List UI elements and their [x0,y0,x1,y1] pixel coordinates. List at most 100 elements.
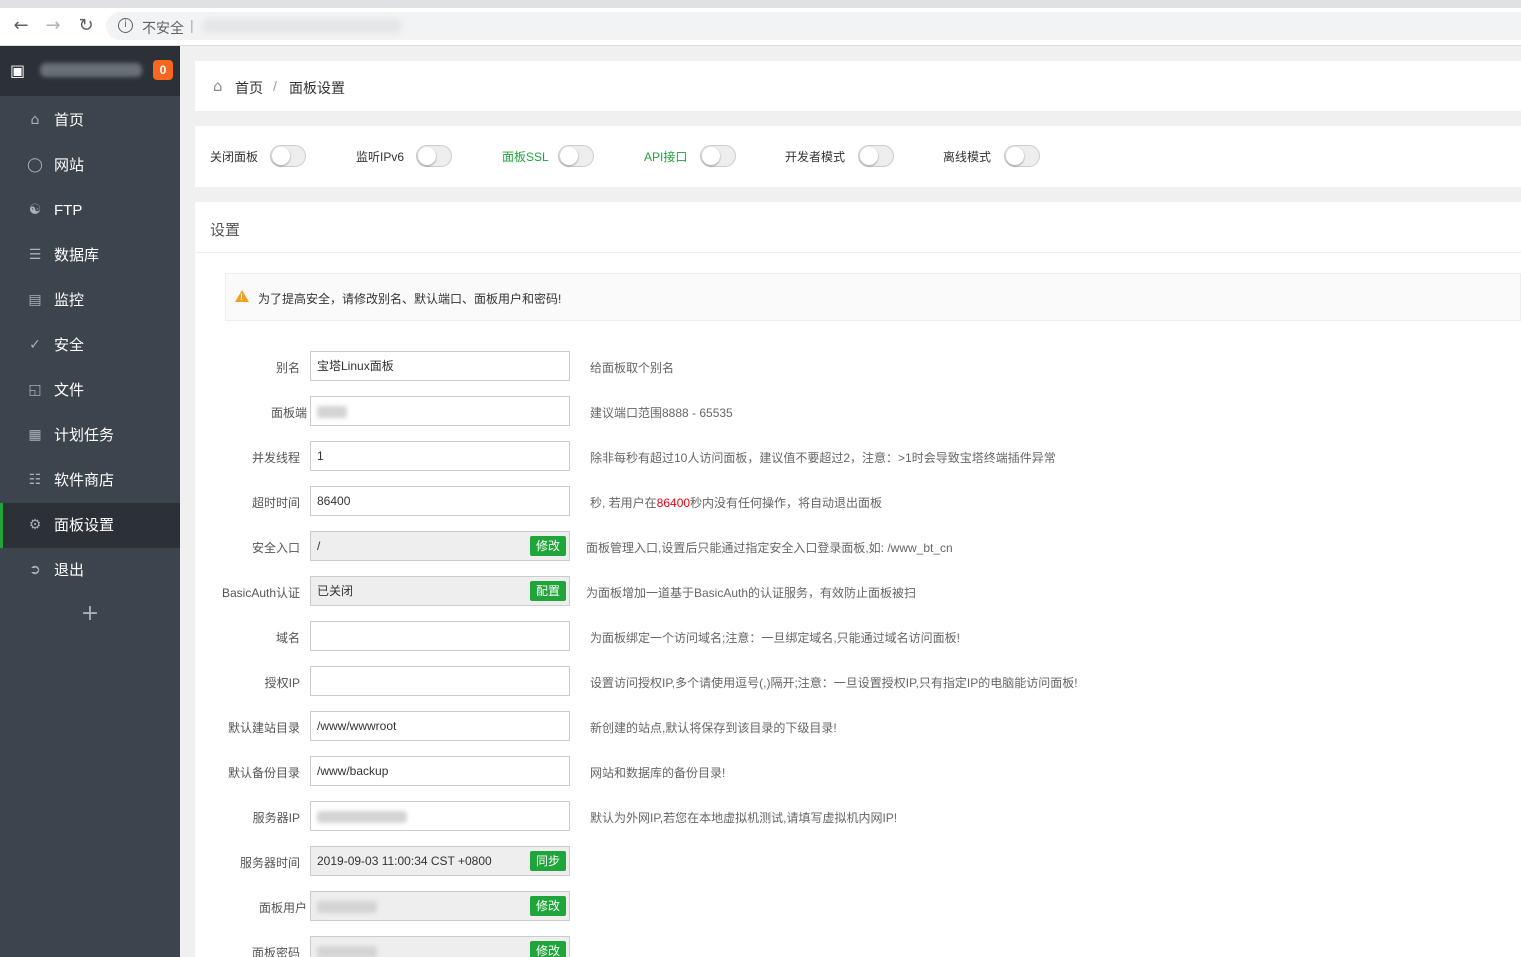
domain-input[interactable] [310,621,570,651]
sidebar-item-label: 网站 [54,157,85,174]
field-hint: 面板管理入口,设置后只能通过指定安全入口登录面板,如: /www_bt_cn [586,541,953,555]
sidebar-menu: ⌂ 首页 ◯ 网站 ☯ FTP ☰ 数据库 ▤ 监控 ✓ 安全 ◱ 文件 ▦ 计划任务 ☷ 软件商… [0,98,180,593]
site-dir-input[interactable]: /www/wwwroot [310,711,570,741]
sidebar-item-security[interactable]: ✓ 安全 [0,323,180,368]
warning-icon: ! [235,290,249,302]
sync-time-button[interactable]: 同步 [530,851,566,871]
setting-row-server-ip: 服务器IP 默认为外网IP,若您在本地虚拟机测试,请填写虚拟机内网IP! [195,801,1521,831]
sidebar-item-database[interactable]: ☰ 数据库 [0,233,180,278]
toggle-label[interactable]: 面板SSL [502,149,549,165]
field-label: 面板密码 [251,946,300,957]
toggle-bar: 关闭面板 监听IPv6 面板SSL API接口 开发者模式 离线模式 [195,126,1521,187]
field-label: 服务器时间 [239,856,300,870]
sidebar-item-label: 退出 [54,562,85,579]
calendar-icon: ▦ [28,427,42,443]
sidebar-item-logout[interactable]: ➲ 退出 [0,548,180,593]
sidebar-item-label: 安全 [54,337,85,354]
address-separator: | [190,17,194,33]
server-ip-input[interactable] [310,801,570,831]
field-hint: 设置访问授权IP,多个请使用逗号(,)隔开;注意：一旦设置授权IP,只有指定IP… [590,676,1078,690]
settings-panel: 设置 ! 为了提高安全，请修改别名、默认端口、面板用户和密码! 别名 宝塔Lin… [195,202,1521,957]
database-icon: ☰ [28,247,42,263]
edit-user-button[interactable]: 修改 [530,896,566,916]
field-hint: 除非每秒有超过10人访问面板，建议值不要超过2，注意：>1时会导致宝塔终端插件异… [590,451,1056,465]
sidebar-item-label: 首页 [54,112,85,129]
breadcrumb-separator: / [273,78,277,94]
edit-entry-button[interactable]: 修改 [530,536,566,556]
sidebar-item-label: 监控 [54,292,85,309]
sidebar-item-monitor[interactable]: ▤ 监控 [0,278,180,323]
port-input[interactable] [310,396,570,426]
field-label: 面板用户 [258,901,307,915]
info-icon[interactable]: i [118,18,133,33]
alias-input[interactable]: 宝塔Linux面板 [310,351,570,381]
toggle-label: 开发者模式 [785,150,846,164]
sidebar-item-label: 面板设置 [54,517,115,534]
home-icon: ⌂ [30,112,40,128]
sidebar-item-cron[interactable]: ▦ 计划任务 [0,413,180,458]
setting-row-auth-ip: 授权IP 设置访问授权IP,多个请使用逗号(,)隔开;注意：一旦设置授权IP,只… [195,666,1521,696]
backup-dir-input[interactable]: /www/backup [310,756,570,786]
field-label: 面板端 [270,406,307,420]
field-label: 默认备份目录 [227,766,300,780]
grid-apps-icon: ☷ [28,472,42,488]
dev-mode-switch[interactable] [858,145,894,167]
ssl-switch[interactable] [558,145,594,167]
field-label: 授权IP [264,676,300,690]
toggle-label: 监听IPv6 [356,150,405,164]
sidebar-item-files[interactable]: ◱ 文件 [0,368,180,413]
forward-arrow-icon[interactable]: → [42,15,64,37]
setting-row-alias: 别名 宝塔Linux面板 给面板取个别名 [195,351,1521,381]
breadcrumb-home-link[interactable]: 首页 [235,78,263,98]
sidebar-item-label: FTP [54,202,83,219]
field-hint: 默认为外网IP,若您在本地虚拟机测试,请填写虚拟机内网IP! [590,811,898,825]
sidebar-item-website[interactable]: ◯ 网站 [0,143,180,188]
setting-row-basicauth: BasicAuth认证 已关闭 配置 为面板增加一道基于BasicAuth的认证… [195,576,1521,606]
field-label: 服务器IP [252,811,300,825]
close-panel-switch[interactable] [270,145,306,167]
configure-basicauth-button[interactable]: 配置 [530,581,566,601]
shield-icon: ✓ [29,337,41,353]
divider [195,252,1521,253]
security-label: 不安全 [142,20,184,36]
settings-title: 设置 [210,222,241,239]
add-menu-button[interactable]: + [0,594,180,634]
toggle-label: 关闭面板 [210,150,259,164]
field-hint: 建议端口范围8888 - 65535 [590,406,733,420]
timeout-input[interactable]: 86400 [310,486,570,516]
field-label: 域名 [275,631,300,645]
toggle-label[interactable]: API接口 [644,149,687,165]
field-hint: 为面板增加一道基于BasicAuth的认证服务，有效防止面板被扫 [586,586,917,600]
offline-switch[interactable] [1004,145,1040,167]
setting-row-panel-user: 面板用户 修改 [195,891,1521,921]
sidebar-item-ftp[interactable]: ☯ FTP [0,188,180,233]
ipv6-switch[interactable] [416,145,452,167]
breadcrumb-current: 面板设置 [289,80,345,96]
tab-strip [0,0,1521,8]
security-warning: ! 为了提高安全，请修改别名、默认端口、面板用户和密码! [225,273,1521,321]
sidebar-item-home[interactable]: ⌂ 首页 [0,98,180,143]
browser-toolbar: ← → ↻ i 不安全 | [0,0,1521,46]
field-label: 默认建站目录 [227,721,300,735]
setting-row-panel-pass: 面板密码 修改 [195,936,1521,957]
server-ip-redacted [40,63,142,77]
setting-row-timeout: 超时时间 86400 秒, 若用户在86400秒内没有任何操作，将自动退出面板 [195,486,1521,516]
reload-icon[interactable]: ↻ [75,15,97,37]
breadcrumb: ⌂ 首页 / 面板设置 [195,61,1521,111]
edit-password-button[interactable]: 修改 [530,941,566,957]
auth-ip-input[interactable] [310,666,570,696]
back-arrow-icon[interactable]: ← [10,15,32,37]
notification-badge[interactable]: 0 [153,60,173,80]
sidebar-item-store[interactable]: ☷ 软件商店 [0,458,180,503]
field-label: 并发线程 [251,451,300,465]
warning-text: 为了提高安全，请修改别名、默认端口、面板用户和密码! [258,292,562,306]
address-bar[interactable]: i 不安全 | [106,12,1521,40]
monitor-chart-icon: ▤ [28,292,42,308]
sidebar-item-label: 软件商店 [54,472,115,489]
home-icon: ⌂ [213,77,223,95]
redacted-value [317,810,407,823]
api-switch[interactable] [700,145,736,167]
threads-input[interactable]: 1 [310,441,570,471]
sidebar-item-panel-settings[interactable]: ⚙ 面板设置 [0,503,180,548]
toggle-label: 离线模式 [943,150,992,164]
